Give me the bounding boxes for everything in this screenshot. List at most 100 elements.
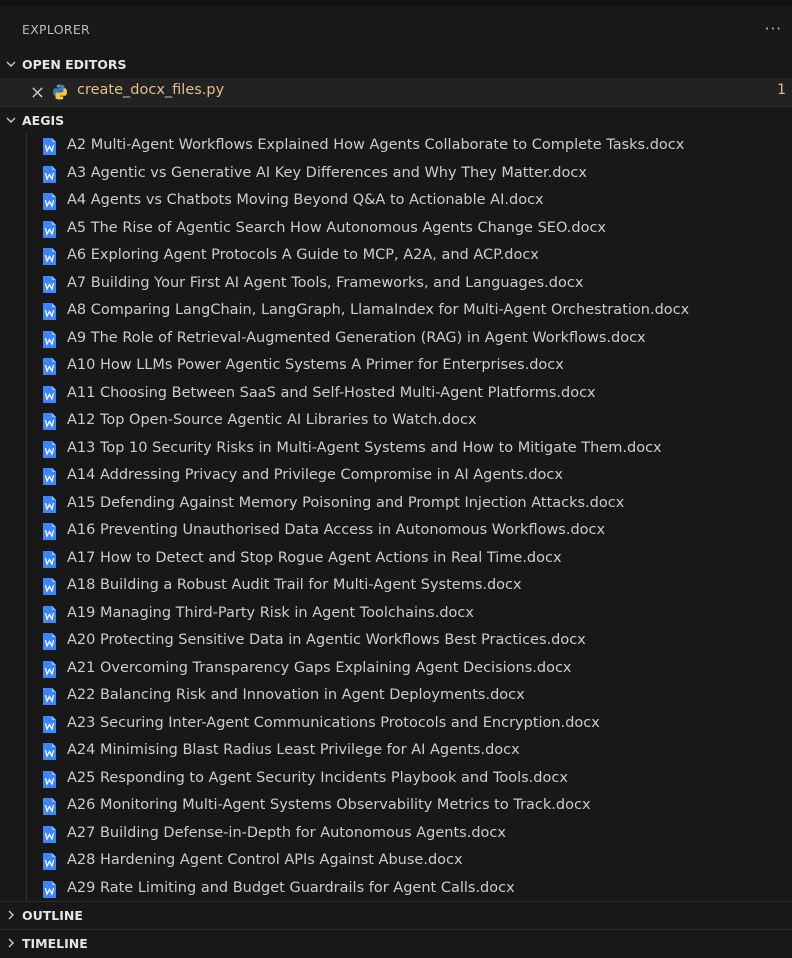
file-name: A25 Responding to Agent Security Inciden… (67, 769, 568, 786)
file-name: A20 Protecting Sensitive Data in Agentic… (67, 632, 586, 648)
file-name: A2 Multi-Agent Workflows Explained How A… (67, 137, 685, 153)
file-name: A14 Addressing Privacy and Privilege Com… (67, 467, 563, 483)
file-item[interactable]: A16 Preventing Unauthorised Data Access … (0, 518, 792, 546)
word-document-icon (42, 247, 57, 266)
file-item[interactable]: A3 Agentic vs Generative AI Key Differen… (0, 161, 792, 189)
file-name: A10 How LLMs Power Agentic Systems A Pri… (67, 357, 564, 373)
word-document-icon (42, 687, 57, 706)
section-workspace-label: AEGIS (22, 112, 65, 128)
close-icon[interactable] (30, 84, 44, 100)
explorer-header: EXPLORER ··· (0, 6, 792, 52)
file-item[interactable]: A14 Addressing Privacy and Privilege Com… (0, 463, 792, 491)
file-item[interactable]: A20 Protecting Sensitive Data in Agentic… (0, 628, 792, 656)
file-item[interactable]: A29 Rate Limiting and Budget Guardrails … (0, 876, 792, 904)
python-icon (51, 83, 69, 101)
file-item[interactable]: A21 Overcoming Transparency Gaps Explain… (0, 656, 792, 684)
word-document-icon (42, 467, 57, 486)
file-item[interactable]: A7 Building Your First AI Agent Tools, F… (0, 271, 792, 299)
word-document-icon (42, 632, 57, 651)
file-name: A15 Defending Against Memory Poisoning a… (67, 494, 625, 511)
file-item[interactable]: A24 Minimising Blast Radius Least Privil… (0, 738, 792, 766)
explorer-title: EXPLORER (22, 21, 91, 37)
file-name: A5 The Rise of Agentic Search How Autono… (67, 219, 607, 236)
file-name: A19 Managing Third-Party Risk in Agent T… (67, 604, 474, 621)
file-item[interactable]: A27 Building Defense-in-Depth for Autono… (0, 821, 792, 849)
word-document-icon (42, 302, 57, 321)
file-list: A2 Multi-Agent Workflows Explained How A… (0, 133, 792, 903)
word-document-icon (42, 605, 57, 624)
file-item[interactable]: A8 Comparing LangChain, LangGraph, Llama… (0, 298, 792, 326)
word-document-icon (42, 357, 57, 376)
file-item[interactable]: A26 Monitoring Multi-Agent Systems Obser… (0, 793, 792, 821)
section-timeline-label: TIMELINE (22, 935, 88, 951)
chevron-down-icon (0, 51, 22, 77)
file-item[interactable]: A28 Hardening Agent Control APIs Against… (0, 848, 792, 876)
word-document-icon (42, 412, 57, 431)
file-name: A7 Building Your First AI Agent Tools, F… (67, 274, 584, 291)
file-item[interactable]: A5 The Rise of Agentic Search How Autono… (0, 216, 792, 244)
file-name: A24 Minimising Blast Radius Least Privil… (67, 742, 520, 758)
file-name: A18 Building a Robust Audit Trail for Mu… (67, 577, 522, 593)
word-document-icon (42, 220, 57, 239)
open-editor-item[interactable]: create_docx_files.py 1 (0, 78, 792, 106)
word-document-icon (42, 550, 57, 569)
file-name: A12 Top Open-Source Agentic AI Libraries… (67, 412, 477, 428)
file-item[interactable]: A9 The Role of Retrieval-Augmented Gener… (0, 326, 792, 354)
word-document-icon (42, 825, 57, 844)
file-name: A13 Top 10 Security Risks in Multi-Agent… (67, 439, 662, 456)
word-document-icon (42, 660, 57, 679)
file-name: A27 Building Defense-in-Depth for Autono… (67, 824, 506, 841)
word-document-icon (42, 165, 57, 184)
file-name: A21 Overcoming Transparency Gaps Explain… (67, 659, 572, 676)
section-open-editors[interactable]: OPEN EDITORS (0, 51, 792, 77)
file-item[interactable]: A17 How to Detect and Stop Rogue Agent A… (0, 546, 792, 574)
chevron-down-icon (0, 107, 22, 133)
chevron-right-icon (0, 930, 22, 956)
word-document-icon (42, 797, 57, 816)
word-document-icon (42, 275, 57, 294)
chevron-right-icon (0, 902, 22, 928)
file-name: A28 Hardening Agent Control APIs Against… (67, 852, 463, 868)
file-item[interactable]: A11 Choosing Between SaaS and Self-Hoste… (0, 381, 792, 409)
file-item[interactable]: A25 Responding to Agent Security Inciden… (0, 766, 792, 794)
file-item[interactable]: A2 Multi-Agent Workflows Explained How A… (0, 133, 792, 161)
file-name: A22 Balancing Risk and Innovation in Age… (67, 687, 525, 703)
file-item[interactable]: A13 Top 10 Security Risks in Multi-Agent… (0, 436, 792, 464)
word-document-icon (42, 385, 57, 404)
word-document-icon (42, 330, 57, 349)
section-open-editors-label: OPEN EDITORS (22, 56, 127, 72)
file-item[interactable]: A19 Managing Third-Party Risk in Agent T… (0, 601, 792, 629)
file-name: A6 Exploring Agent Protocols A Guide to … (67, 247, 539, 263)
file-item[interactable]: A18 Building a Robust Audit Trail for Mu… (0, 573, 792, 601)
open-editor-filename: create_docx_files.py (77, 82, 225, 98)
file-item[interactable]: A10 How LLMs Power Agentic Systems A Pri… (0, 353, 792, 381)
file-name: A3 Agentic vs Generative AI Key Differen… (67, 164, 587, 181)
file-item[interactable]: A23 Securing Inter-Agent Communications … (0, 711, 792, 739)
word-document-icon (42, 495, 57, 514)
file-name: A16 Preventing Unauthorised Data Access … (67, 522, 606, 538)
section-timeline[interactable]: TIMELINE (0, 930, 792, 956)
file-name: A9 The Role of Retrieval-Augmented Gener… (67, 329, 646, 346)
word-document-icon (42, 880, 57, 899)
file-name: A26 Monitoring Multi-Agent Systems Obser… (67, 797, 591, 813)
section-outline-label: OUTLINE (22, 907, 83, 923)
word-document-icon (42, 715, 57, 734)
file-item[interactable]: A22 Balancing Risk and Innovation in Age… (0, 683, 792, 711)
file-name: A4 Agents vs Chatbots Moving Beyond Q&A … (67, 192, 544, 208)
word-document-icon (42, 522, 57, 541)
word-document-icon (42, 742, 57, 761)
file-name: A29 Rate Limiting and Budget Guardrails … (67, 879, 515, 896)
more-actions-icon[interactable]: ··· (765, 20, 782, 38)
file-name: A17 How to Detect and Stop Rogue Agent A… (67, 549, 562, 566)
word-document-icon (42, 192, 57, 211)
file-item[interactable]: A12 Top Open-Source Agentic AI Libraries… (0, 408, 792, 436)
section-workspace-aegis[interactable]: AEGIS (0, 107, 792, 133)
word-document-icon (42, 770, 57, 789)
file-item[interactable]: A4 Agents vs Chatbots Moving Beyond Q&A … (0, 188, 792, 216)
word-document-icon (42, 137, 57, 156)
word-document-icon (42, 852, 57, 871)
file-item[interactable]: A15 Defending Against Memory Poisoning a… (0, 491, 792, 519)
file-item[interactable]: A6 Exploring Agent Protocols A Guide to … (0, 243, 792, 271)
section-outline[interactable]: OUTLINE (0, 902, 792, 928)
word-document-icon (42, 440, 57, 459)
